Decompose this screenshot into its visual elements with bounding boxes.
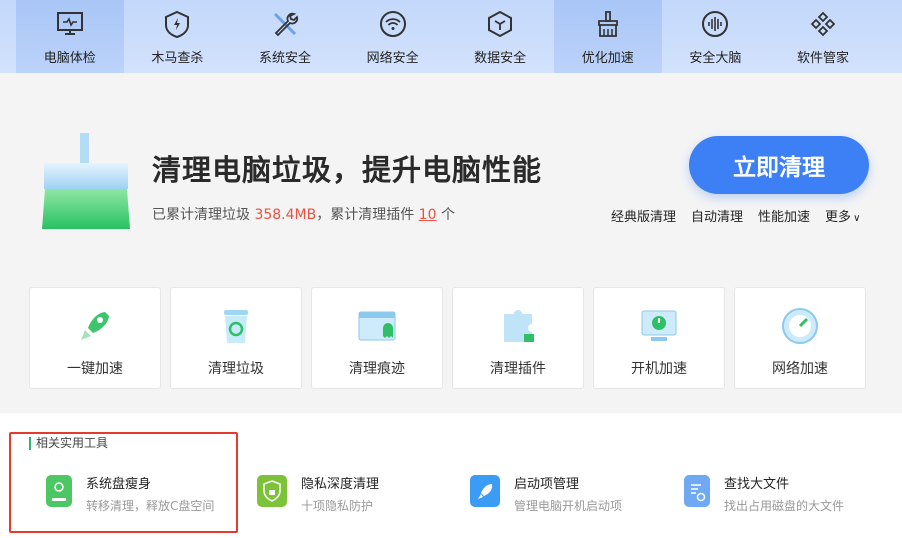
card-startup-boost[interactable]: 开机加速 [593,287,725,389]
related-tools: 相关实用工具 系统盘瘦身转移清理，释放C盘空间 隐私深度清理 十项隐私防护 启动项… [0,413,902,538]
more-dropdown[interactable]: 更多 ∨ [825,206,860,225]
clean-now-button[interactable]: 立即清理 [689,136,869,194]
wrench-icon [273,12,299,37]
nav-label: 软件管家 [796,51,849,66]
performance-boost-link[interactable]: 性能加速 [758,206,810,225]
nav-label: 优化加速 [581,51,634,66]
tool-desc: 转移清理，释放C盘空间 [86,499,215,513]
card-label: 开机加速 [631,361,687,377]
nav-label: 木马查杀 [151,51,204,66]
tool-name: 系统盘瘦身 [86,477,152,492]
more-label: 更多 [825,210,852,225]
card-label: 网络加速 [772,361,828,377]
hero-stats: 已累计清理垃圾 358.4MB，累计清理插件 10 个 [152,204,455,224]
nav-label: 安全大脑 [689,51,742,66]
broom-illustration-icon [42,133,130,229]
cube-icon [488,10,513,38]
classic-clean-link[interactable]: 经典版清理 [611,206,676,225]
top-nav: 电脑体检 木马查杀 系统安全 网络安全 数据安全 优化加速 安全大脑 软件管家 [0,0,902,73]
puzzle-icon [504,310,534,342]
junk-size: 358.4MB [254,207,317,223]
tool-name: 隐私深度清理 [301,477,380,492]
nav-tab-data-security[interactable]: 数据安全 [446,0,554,73]
wifi-icon [379,11,406,37]
card-label: 一键加速 [67,361,123,377]
tool-desc: 找出占用磁盘的大文件 [724,499,845,513]
hero-links: 经典版清理 自动清理 性能加速 更多 ∨ [611,206,860,225]
recycle-bin-icon [224,310,248,343]
nav-tab-system-security[interactable]: 系统安全 [231,0,339,73]
broom-icon [597,11,618,37]
nav-label: 电脑体检 [43,51,96,66]
nav-label: 系统安全 [258,51,311,66]
tool-desc: 十项隐私防护 [301,499,374,513]
card-one-click-boost[interactable]: 一键加速 [29,287,161,389]
card-clean-plugins[interactable]: 清理插件 [452,287,584,389]
hero-title: 清理电脑垃圾，提升电脑性能 [152,153,543,187]
tool-desc: 管理电脑开机启动项 [514,499,623,513]
monitor-icon [56,12,83,35]
brain-icon [702,11,729,37]
card-clean-traces[interactable]: 清理痕迹 [311,287,443,389]
section-title: 相关实用工具 [29,437,108,450]
card-network-boost[interactable]: 网络加速 [734,287,866,389]
stats-mid: ，累计清理插件 [316,207,419,223]
optimize-panel: 清理电脑垃圾，提升电脑性能 已累计清理垃圾 358.4MB，累计清理插件 10 … [0,73,902,413]
speedometer-icon [782,308,818,344]
nav-tab-optimize[interactable]: 优化加速 [553,0,662,73]
rocket-icon [470,475,500,507]
card-clean-junk[interactable]: 清理垃圾 [170,287,302,389]
nav-tab-security-brain[interactable]: 安全大脑 [662,0,770,73]
nav-tab-network-security[interactable]: 网络安全 [339,0,447,73]
nav-tab-trojan-scan[interactable]: 木马查杀 [124,0,232,73]
window-ghost-icon [358,311,396,341]
tool-startup-manager[interactable]: 启动项管理管理电脑开机启动项 [470,473,622,514]
auto-clean-link[interactable]: 自动清理 [691,206,743,225]
apps-icon [810,11,836,37]
shield-bolt-icon [165,10,190,39]
disk-icon [46,475,72,507]
tool-name: 启动项管理 [514,477,580,492]
file-search-icon [684,475,710,507]
tool-system-disk-slim[interactable]: 系统盘瘦身转移清理，释放C盘空间 [46,473,214,514]
feature-cards: 一键加速 清理垃圾 清理痕迹 清理插件 开机加速 网络加速 [29,287,866,389]
nav-tab-software-manager[interactable]: 软件管家 [769,0,877,73]
rocket-icon [81,312,109,340]
tool-find-large-files[interactable]: 查找大文件找出占用磁盘的大文件 [684,473,844,514]
stats-suffix: 个 [436,207,455,223]
nav-label: 网络安全 [366,51,419,66]
nav-tab-pc-checkup[interactable]: 电脑体检 [16,0,124,73]
stats-prefix: 已累计清理垃圾 [152,207,255,223]
chevron-down-icon: ∨ [853,213,861,224]
card-label: 清理插件 [490,361,546,377]
nav-label: 数据安全 [474,51,527,66]
plugin-count-link[interactable]: 10 [419,207,437,223]
power-monitor-icon [641,310,677,341]
card-label: 清理垃圾 [208,361,264,377]
card-label: 清理痕迹 [349,361,405,377]
tool-privacy-clean[interactable]: 隐私深度清理 十项隐私防护 [257,473,379,514]
privacy-shield-icon [257,475,287,507]
tool-name: 查找大文件 [724,477,790,492]
